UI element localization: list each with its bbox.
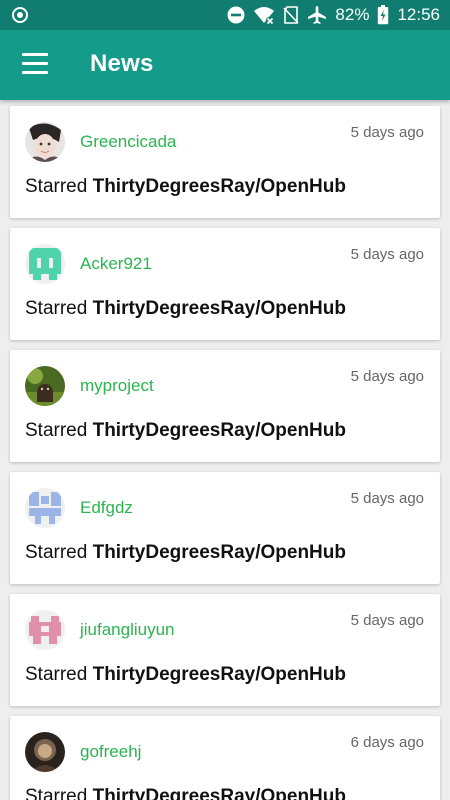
page-title: News [90, 50, 154, 77]
timestamp: 5 days ago [350, 124, 424, 141]
username-link[interactable]: myproject [80, 376, 154, 396]
repo-link[interactable]: ThirtyDegreesRay/OpenHub [93, 542, 346, 563]
repo-link[interactable]: ThirtyDegreesRay/OpenHub [93, 786, 346, 800]
event-text: Starred ThirtyDegreesRay/OpenHub [25, 298, 346, 320]
avatar[interactable] [25, 610, 65, 650]
event-text: Starred ThirtyDegreesRay/OpenHub [25, 542, 346, 564]
timestamp: 5 days ago [350, 368, 424, 385]
username-link[interactable]: Acker921 [80, 254, 152, 274]
battery-charging-icon [378, 5, 389, 25]
event-action: Starred [25, 420, 88, 441]
username-link[interactable]: jiufangliuyun [80, 620, 175, 640]
news-card[interactable]: Edfgdz 5 days ago Starred ThirtyDegreesR… [10, 472, 440, 584]
airplane-icon [308, 6, 327, 24]
status-bar: 82% 12:56 [0, 0, 450, 30]
event-action: Starred [25, 542, 88, 563]
avatar[interactable] [25, 732, 65, 772]
do-not-disturb-icon [227, 6, 245, 24]
timestamp: 5 days ago [350, 490, 424, 507]
repo-link[interactable]: ThirtyDegreesRay/OpenHub [93, 664, 346, 685]
news-card[interactable]: jiufangliuyun 5 days ago Starred ThirtyD… [10, 594, 440, 706]
event-text: Starred ThirtyDegreesRay/OpenHub [25, 664, 346, 686]
event-text: Starred ThirtyDegreesRay/OpenHub [25, 786, 346, 800]
no-sim-icon [283, 6, 300, 24]
timestamp: 5 days ago [350, 612, 424, 629]
timestamp: 5 days ago [350, 246, 424, 263]
avatar[interactable] [25, 122, 65, 162]
news-card[interactable]: Acker921 5 days ago Starred ThirtyDegree… [10, 228, 440, 340]
news-card[interactable]: myproject 5 days ago Starred ThirtyDegre… [10, 350, 440, 462]
username-link[interactable]: Greencicada [80, 132, 176, 152]
event-action: Starred [25, 786, 88, 800]
event-text: Starred ThirtyDegreesRay/OpenHub [25, 176, 346, 198]
clock: 12:56 [397, 5, 440, 24]
repo-link[interactable]: ThirtyDegreesRay/OpenHub [93, 176, 346, 197]
app-bar: News [0, 30, 450, 100]
avatar[interactable] [25, 366, 65, 406]
username-link[interactable]: gofreehj [80, 742, 141, 762]
battery-percent: 82% [335, 5, 370, 24]
event-text: Starred ThirtyDegreesRay/OpenHub [25, 420, 346, 442]
wifi-off-icon [254, 7, 275, 24]
event-action: Starred [25, 298, 88, 319]
status-indicators: 82% 12:56 [227, 0, 440, 30]
repo-link[interactable]: ThirtyDegreesRay/OpenHub [93, 420, 346, 441]
news-card[interactable]: gofreehj 6 days ago Starred ThirtyDegree… [10, 716, 440, 800]
menu-icon[interactable] [22, 53, 48, 75]
timestamp: 6 days ago [350, 734, 424, 751]
notification-icon [12, 7, 28, 23]
news-card[interactable]: Greencicada 5 days ago Starred ThirtyDeg… [10, 106, 440, 218]
avatar[interactable] [25, 244, 65, 284]
event-action: Starred [25, 664, 88, 685]
event-action: Starred [25, 176, 88, 197]
repo-link[interactable]: ThirtyDegreesRay/OpenHub [93, 298, 346, 319]
avatar[interactable] [25, 488, 65, 528]
username-link[interactable]: Edfgdz [80, 498, 133, 518]
news-feed[interactable]: Greencicada 5 days ago Starred ThirtyDeg… [0, 100, 450, 800]
